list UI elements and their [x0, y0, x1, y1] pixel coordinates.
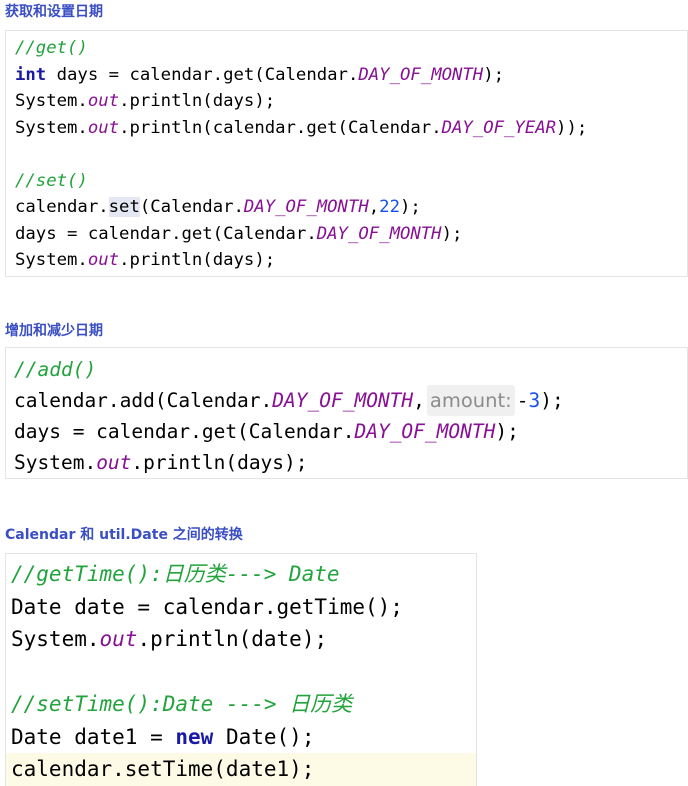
code-token: DAY_OF_MONTH — [358, 64, 484, 85]
code-token: out — [99, 627, 138, 651]
code-token: //getTime():日历类---> Date — [11, 562, 340, 586]
section-heading-add-subtract-date: 增加和减少日期 — [5, 323, 103, 339]
code-token: DAY_OF_YEAR — [441, 117, 557, 138]
code-token: //add() — [14, 358, 97, 381]
code-line: //setTime():Date ---> 日历类 — [11, 688, 476, 721]
code-line: System.out.println(calendar.get(Calendar… — [15, 115, 687, 142]
code-line: //set() — [15, 168, 687, 195]
code-token: ); — [441, 223, 463, 244]
code-token: 3 — [528, 389, 541, 412]
code-token: )); — [556, 117, 588, 138]
code-token: Date(); — [213, 724, 315, 749]
parameter-hint: amount: — [426, 385, 515, 416]
code-token: out — [87, 117, 120, 138]
code-line: System.out.println(date); — [11, 623, 476, 656]
code-line: days = calendar.get(Calendar.DAY_OF_MONT… — [14, 416, 687, 447]
code-token: .println(days); — [119, 250, 276, 270]
code-line: int days = calendar.get(Calendar.DAY_OF_… — [15, 62, 687, 89]
code-token: int — [15, 64, 47, 85]
code-token: //setTime():Date ---> 日历类 — [11, 692, 353, 716]
code-token: (Calendar. — [139, 197, 244, 217]
code-token: days = calendar.get(Calendar. — [15, 223, 317, 244]
code-token: //set() — [15, 170, 88, 191]
code-token: 22 — [379, 197, 400, 217]
code-token: System. — [14, 451, 97, 474]
code-token: - — [516, 389, 529, 412]
code-token: .println(days); — [119, 91, 276, 111]
code-token: new — [175, 724, 214, 749]
code-line: System.out.println(days); — [14, 447, 687, 478]
code-line: System.out.println(days); — [15, 247, 687, 274]
code-token: ); — [483, 64, 505, 85]
code-token: days = calendar.get(Calendar. — [46, 64, 359, 85]
code-line: //get() — [15, 35, 687, 62]
code-token: , — [368, 197, 380, 217]
code-line: calendar.setTime(date1); — [6, 753, 476, 786]
section-heading-get-set-date: 获取和设置日期 — [5, 4, 103, 20]
code-token: ); — [399, 197, 421, 217]
code-token: set — [108, 197, 140, 217]
code-line: days = calendar.get(Calendar.DAY_OF_MONT… — [15, 221, 687, 248]
code-line: //add() — [14, 354, 687, 385]
code-token: DAY_OF_MONTH — [316, 223, 442, 244]
code-token: System. — [15, 91, 88, 111]
code-line: System.out.println(days); — [15, 88, 687, 115]
code-token: System. — [11, 627, 100, 651]
code-line: calendar.set(Calendar.DAY_OF_MONTH,22); — [15, 194, 687, 221]
code-token: .println(calendar.get(Calendar. — [119, 117, 442, 138]
code-token: calendar. — [15, 197, 109, 217]
code-token: , — [413, 389, 425, 412]
code-token: //get() — [15, 38, 88, 58]
code-token: Date date = calendar.getTime(); — [11, 594, 403, 619]
code-line: Date date = calendar.getTime(); — [11, 591, 476, 624]
code-token: calendar.add(Calendar. — [14, 389, 273, 412]
code-token: DAY_OF_MONTH — [243, 197, 369, 217]
code-block-get-set: //get() int days = calendar.get(Calendar.… — [5, 30, 688, 277]
code-line: Date date1 = new Date(); — [11, 721, 476, 754]
code-token: .println(days); — [131, 451, 308, 474]
code-token: out — [96, 451, 132, 474]
code-token: DAY_OF_MONTH — [272, 389, 414, 412]
code-token: days = calendar.get(Calendar. — [14, 420, 355, 443]
code-token: ); — [495, 420, 519, 443]
code-token: calendar.setTime(date1); — [11, 757, 315, 781]
code-token: .println(date); — [137, 627, 328, 651]
code-block-conversion: //getTime():日历类---> Date Date date = cale… — [5, 553, 477, 786]
code-token: DAY_OF_MONTH — [354, 420, 496, 443]
code-token: System. — [15, 250, 88, 270]
code-block-add: //add() calendar.add(Calendar.DAY_OF_MONT… — [5, 347, 688, 479]
code-token: Date date1 = — [11, 724, 176, 749]
code-token: System. — [15, 117, 88, 138]
code-line: calendar.add(Calendar.DAY_OF_MONTH, amoun… — [14, 385, 687, 416]
code-line: //getTime():日历类---> Date — [11, 558, 476, 591]
section-heading-calendar-date-conversion: Calendar 和 util.Date 之间的转换 — [5, 527, 243, 543]
code-token: out — [87, 91, 120, 111]
code-token: out — [87, 250, 120, 270]
code-token: ); — [540, 389, 564, 412]
